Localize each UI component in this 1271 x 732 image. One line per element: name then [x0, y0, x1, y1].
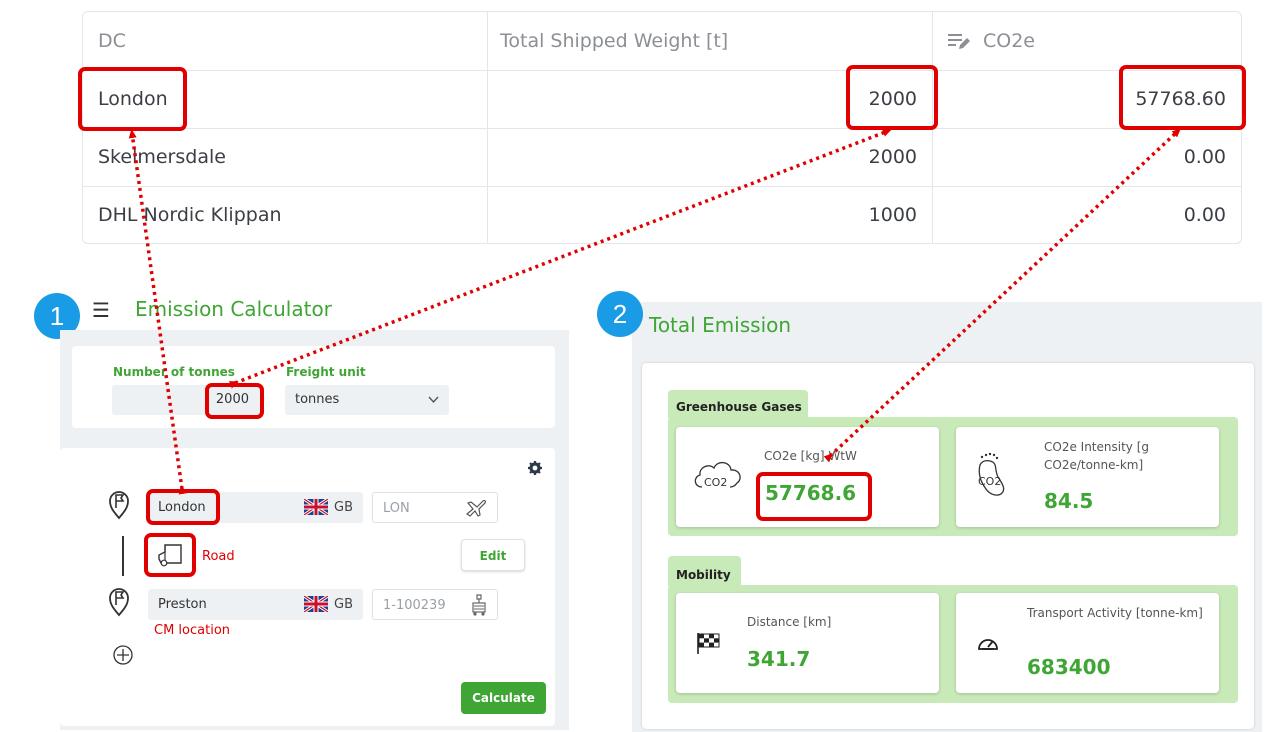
arrow-tonnes-to-weight: [228, 129, 892, 389]
connector-arrows-overlay: [128, 128, 1181, 495]
arrow-co2e-to-table: [823, 128, 1181, 463]
arrow-origin-to-table: [128, 129, 187, 495]
